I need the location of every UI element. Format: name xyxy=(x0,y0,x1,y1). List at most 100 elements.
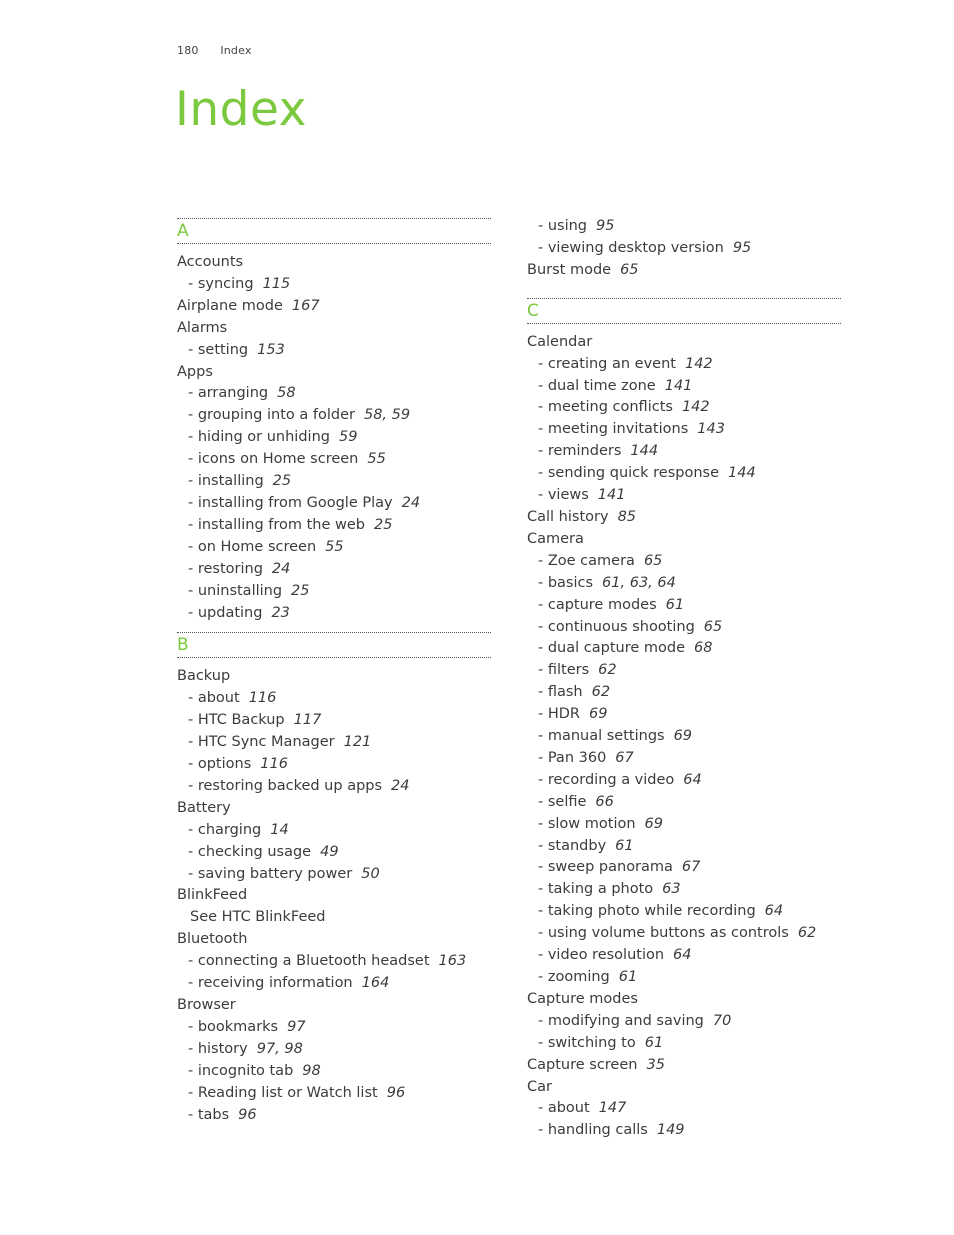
page-reference-link[interactable]: 149 xyxy=(657,1122,685,1138)
page-reference-link[interactable]: 95 xyxy=(733,240,751,256)
page-reference-link[interactable]: 65 xyxy=(644,553,662,569)
index-subentry: - dual capture mode 68 xyxy=(527,638,841,660)
page-reference-link[interactable]: 67 xyxy=(615,750,633,766)
page-reference-link[interactable]: 85 xyxy=(618,509,636,525)
page-reference-link[interactable]: 24 xyxy=(391,778,409,794)
page-reference-link[interactable]: 61 xyxy=(666,597,684,613)
page-reference-link[interactable]: 69 xyxy=(645,816,663,832)
index-subentry: - sending quick response 144 xyxy=(527,463,841,485)
page-reference-link[interactable]: 61, 63, 64 xyxy=(602,575,676,591)
page-reference-link[interactable]: 116 xyxy=(260,756,288,772)
page-reference-link[interactable]: 67 xyxy=(682,859,700,875)
index-subentry: - restoring 24 xyxy=(177,559,491,581)
page-reference-link[interactable]: 143 xyxy=(697,421,725,437)
page-reference-link[interactable]: 141 xyxy=(598,487,626,503)
page-reference-link[interactable]: 163 xyxy=(439,953,467,969)
page-reference-link[interactable]: 142 xyxy=(682,399,710,415)
section-header: B xyxy=(177,632,491,659)
page-reference-link[interactable]: 98 xyxy=(302,1063,320,1079)
page-reference-link[interactable]: 121 xyxy=(344,734,372,750)
page-reference-link[interactable]: 61 xyxy=(615,838,633,854)
page-reference-link[interactable]: 25 xyxy=(291,583,309,599)
page-reference-link[interactable]: 58, 59 xyxy=(364,407,410,423)
page-reference-link[interactable]: 49 xyxy=(320,844,338,860)
page-reference-link[interactable]: 62 xyxy=(598,662,616,678)
section-header: C xyxy=(527,297,841,324)
entry-term: - checking usage xyxy=(188,843,312,860)
page-reference-link[interactable]: 61 xyxy=(645,1035,663,1051)
index-entry: Calendar xyxy=(527,332,841,354)
index-subentry: - dual time zone 141 xyxy=(527,376,841,398)
page-reference-link[interactable]: 144 xyxy=(630,443,658,459)
index-subentry: - using volume buttons as controls 62 xyxy=(527,923,841,945)
entry-term: Capture screen xyxy=(527,1056,638,1073)
page-reference-link[interactable]: 58 xyxy=(277,385,295,401)
index-section: - using 95 - viewing desktop version 95 Burs… xyxy=(527,216,841,282)
page-reference-link[interactable]: 62 xyxy=(798,925,816,941)
page-reference-link[interactable]: 68 xyxy=(694,640,712,656)
page-reference-link[interactable]: 153 xyxy=(257,342,285,358)
running-header: 180 Index xyxy=(177,44,252,57)
index-subentry: - receiving information 164 xyxy=(177,973,491,995)
page-reference-link[interactable]: 25 xyxy=(273,473,291,489)
entry-term: - incognito tab xyxy=(188,1062,294,1079)
page-reference-link[interactable]: 116 xyxy=(249,690,277,706)
page-reference-link[interactable]: 70 xyxy=(713,1013,731,1029)
index-subentry: - HDR 69 xyxy=(527,704,841,726)
page-reference-link[interactable]: 96 xyxy=(238,1107,256,1123)
entry-term: - views xyxy=(538,487,589,504)
page-reference-link[interactable]: 66 xyxy=(595,794,613,810)
page-reference-link[interactable]: 64 xyxy=(765,903,783,919)
page-reference-link[interactable]: 96 xyxy=(387,1085,405,1101)
index-subentry: - hiding or unhiding 59 xyxy=(177,427,491,449)
entry-term: - meeting conflicts xyxy=(538,399,673,416)
page-reference-link[interactable]: 59 xyxy=(339,429,357,445)
page-reference-link[interactable]: 69 xyxy=(589,706,607,722)
page-reference-link[interactable]: 95 xyxy=(596,218,614,234)
index-subentry: - connecting a Bluetooth headset 163 xyxy=(177,951,491,973)
page-reference-link[interactable]: 142 xyxy=(685,356,713,372)
page-reference-link[interactable]: 64 xyxy=(673,947,691,963)
entry-term: - handling calls xyxy=(538,1122,648,1139)
page-reference-link[interactable]: 50 xyxy=(361,866,379,882)
page-reference-link[interactable]: 62 xyxy=(592,684,610,700)
entry-term: - saving battery power xyxy=(188,865,353,882)
page-reference-link[interactable]: 141 xyxy=(665,378,693,394)
page-reference-link[interactable]: 55 xyxy=(325,539,343,555)
page-reference-link[interactable]: 97 xyxy=(287,1019,305,1035)
page-reference-link[interactable]: 147 xyxy=(599,1100,627,1116)
page-reference-link[interactable]: 24 xyxy=(402,495,420,511)
page-reference-link[interactable]: 117 xyxy=(294,712,322,728)
index-subentry: - about 147 xyxy=(527,1098,841,1120)
index-entry: Call history 85 xyxy=(527,507,841,529)
page-reference-link[interactable]: 61 xyxy=(619,969,637,985)
index-subentry: - Reading list or Watch list 96 xyxy=(177,1083,491,1105)
entry-term: - capture modes xyxy=(538,596,657,613)
page-reference-link[interactable]: 65 xyxy=(704,619,722,635)
page-reference-link[interactable]: 64 xyxy=(683,772,701,788)
page-reference-link[interactable]: 65 xyxy=(620,262,638,278)
page-reference-link[interactable]: 14 xyxy=(270,822,288,838)
entry-term: Airplane mode xyxy=(177,297,283,314)
page-reference-link[interactable]: 167 xyxy=(292,298,320,314)
page-reference-link[interactable]: 63 xyxy=(662,881,680,897)
page-reference-link[interactable]: 69 xyxy=(674,728,692,744)
index-entry: Burst mode 65 xyxy=(527,260,841,282)
entry-term: Camera xyxy=(527,530,584,547)
section-header: A xyxy=(177,218,491,244)
index-subentry: - manual settings 69 xyxy=(527,726,841,748)
page-reference-link[interactable]: 25 xyxy=(374,517,392,533)
entry-term: - switching to xyxy=(538,1034,636,1051)
page-reference-link[interactable]: 24 xyxy=(272,561,290,577)
page-reference-link[interactable]: 55 xyxy=(367,451,385,467)
page-reference-link[interactable]: 23 xyxy=(271,605,289,621)
index-entry: Car xyxy=(527,1077,841,1099)
page-reference-link[interactable]: 144 xyxy=(728,465,756,481)
page-title: Index xyxy=(175,82,307,137)
page-reference-link[interactable]: 97, 98 xyxy=(257,1041,303,1057)
page-reference-link[interactable]: 115 xyxy=(263,276,291,292)
page-reference-link[interactable]: 35 xyxy=(646,1057,664,1073)
entry-term: - icons on Home screen xyxy=(188,451,359,468)
page-reference-link[interactable]: 164 xyxy=(362,975,390,991)
entry-term: - sending quick response xyxy=(538,465,720,482)
